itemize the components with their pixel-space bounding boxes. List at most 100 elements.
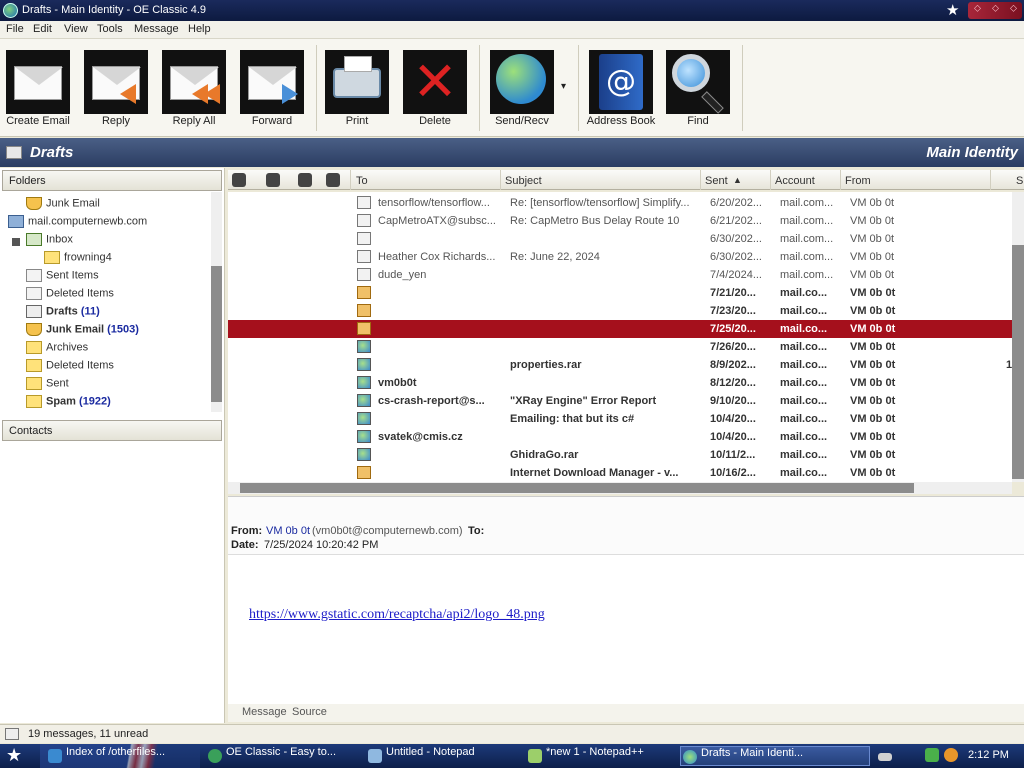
close-button[interactable]: ⬦ — [1010, 3, 1017, 14]
task-notepad[interactable]: Untitled - Notepad — [366, 746, 516, 766]
send-recv-button[interactable]: Send/Recv — [484, 50, 560, 134]
message-row[interactable]: CapMetroATX@subsc... Re: CapMetro Bus Del… — [228, 212, 1012, 230]
start-button-star-icon[interactable]: ★ — [6, 745, 22, 766]
message-row[interactable]: 7/23/20... mail.co... VM 0b 0t — [228, 302, 1012, 320]
send-recv-dropdown-icon[interactable]: ▾ — [561, 81, 566, 92]
folder-archives[interactable]: Archives — [26, 341, 88, 358]
folders-pane-header[interactable]: Folders — [2, 170, 222, 191]
from-name[interactable]: VM 0b 0t — [266, 525, 310, 537]
message-account: mail.co... — [780, 305, 828, 317]
message-account: mail.com... — [780, 233, 834, 245]
message-row[interactable]: 7/25/20... mail.co... VM 0b 0t — [228, 320, 1012, 338]
from-email: (vm0b0t@computernewb.com) — [312, 525, 463, 537]
message-from: VM 0b 0t — [850, 323, 896, 335]
column-to[interactable]: To — [356, 175, 368, 187]
reply-label: Reply — [101, 115, 131, 127]
folder-label: Inbox — [46, 233, 73, 246]
task-index-of-otherfiles[interactable]: Index of /otherfiles... — [46, 746, 196, 766]
folder-icon — [26, 377, 42, 390]
folder-account-server[interactable]: mail.computernewb.com — [8, 215, 147, 232]
watch-column-icon[interactable] — [326, 173, 340, 187]
column-from[interactable]: From — [845, 175, 871, 187]
menu-message[interactable]: Message — [134, 23, 179, 35]
find-button[interactable]: Find — [660, 50, 736, 134]
message-subject: Re: CapMetro Bus Delay Route 10 — [510, 215, 680, 227]
message-account: mail.com... — [780, 215, 834, 227]
star-icon[interactable]: ★ — [946, 1, 959, 19]
print-label: Print — [345, 115, 369, 127]
column-extra[interactable]: S — [1016, 175, 1023, 187]
message-from: VM 0b 0t — [850, 233, 895, 245]
message-to: tensorflow/tensorflow... — [378, 197, 490, 209]
message-row[interactable]: cs-crash-report@s... "XRay Engine" Error … — [228, 392, 1012, 410]
status-bar: 19 messages, 11 unread — [0, 724, 1024, 743]
message-list[interactable]: tensorflow/tensorflow... Re: [tensorflow/… — [228, 192, 1012, 482]
task-notepad-plus-plus[interactable]: *new 1 - Notepad++ — [526, 746, 676, 766]
task-oe-classic-site[interactable]: OE Classic - Easy to... — [206, 746, 356, 766]
folder-junk-email-2[interactable]: Junk Email (1503) — [26, 323, 139, 340]
message-row[interactable]: properties.rar 8/9/202... mail.co... VM 0b … — [228, 356, 1012, 374]
search-tray-icon[interactable] — [944, 748, 958, 762]
message-list-hscrollbar-thumb[interactable] — [240, 483, 914, 493]
message-row[interactable]: dude_yen 7/4/2024... mail.com... VM 0b 0t — [228, 266, 1012, 284]
column-subject[interactable]: Subject — [505, 175, 542, 187]
folder-inbox[interactable]: Inbox — [26, 233, 73, 250]
folder-junk-email[interactable]: Junk Email — [26, 197, 100, 214]
minimize-button[interactable]: ⬦ — [974, 3, 981, 14]
message-row[interactable]: 7/21/20... mail.co... VM 0b 0t — [228, 284, 1012, 302]
folder-deleted-items-2[interactable]: Deleted Items — [26, 359, 114, 376]
tab-message[interactable]: Message — [242, 706, 287, 718]
priority-column-icon[interactable] — [232, 173, 246, 187]
task-drafts-main-identity[interactable]: Drafts - Main Identi... — [680, 746, 870, 766]
message-from: VM 0b 0t — [850, 305, 896, 317]
contacts-pane-header[interactable]: Contacts — [2, 420, 222, 441]
message-row[interactable]: vm0b0t 8/12/20... mail.co... VM 0b 0t — [228, 374, 1012, 392]
forward-button[interactable]: Forward — [234, 50, 310, 134]
tab-source[interactable]: Source — [292, 706, 327, 718]
globe-mail-icon — [357, 430, 371, 443]
keyboard-tray-icon[interactable] — [878, 753, 892, 761]
print-button[interactable]: Print — [319, 50, 395, 134]
message-row[interactable]: svatek@cmis.cz 10/4/20... mail.co... VM 0b … — [228, 428, 1012, 446]
delete-button[interactable]: ✕ Delete — [397, 50, 473, 134]
message-sent: 7/26/20... — [710, 341, 756, 353]
folder-drafts[interactable]: Drafts (11) — [26, 305, 100, 322]
flag-column-icon[interactable] — [298, 173, 312, 187]
message-link[interactable]: https://www.gstatic.com/recaptcha/api2/l… — [249, 607, 545, 623]
folder-frowning4[interactable]: frowning4 — [44, 251, 112, 268]
menu-edit[interactable]: Edit — [33, 23, 52, 35]
folder-sent[interactable]: Sent — [26, 377, 69, 394]
message-row[interactable]: tensorflow/tensorflow... Re: [tensorflow/… — [228, 194, 1012, 212]
maximize-button[interactable]: ⬦ — [992, 3, 999, 14]
folder-sent-items[interactable]: Sent Items — [26, 269, 99, 286]
menu-tools[interactable]: Tools — [97, 23, 123, 35]
message-row[interactable]: Emailing: that but its c# 10/4/20... mail.… — [228, 410, 1012, 428]
message-row[interactable]: GhidraGo.rar 10/11/2... mail.co... VM 0b 0t — [228, 446, 1012, 464]
message-row[interactable]: 7/26/20... mail.co... VM 0b 0t — [228, 338, 1012, 356]
attachment-column-icon[interactable] — [266, 173, 280, 187]
address-book-button[interactable]: @ Address Book — [583, 50, 659, 134]
reply-button[interactable]: Reply — [78, 50, 154, 134]
network-tray-icon[interactable] — [925, 748, 939, 762]
menu-help[interactable]: Help — [188, 23, 211, 35]
column-sent[interactable]: Sent — [705, 175, 728, 187]
column-account[interactable]: Account — [775, 175, 815, 187]
folders-scrollbar-thumb[interactable] — [211, 266, 222, 402]
message-row[interactable]: Internet Download Manager - v... 10/16/2.… — [228, 464, 1012, 482]
message-sent: 10/11/2... — [710, 449, 756, 461]
globe-mail-icon — [357, 358, 371, 371]
message-account: mail.co... — [780, 413, 828, 425]
menu-file[interactable]: File — [6, 23, 24, 35]
folder-deleted-items[interactable]: Deleted Items — [26, 287, 114, 304]
create-email-button[interactable]: Create Email — [0, 50, 76, 134]
reply-all-button[interactable]: Reply All — [156, 50, 232, 134]
menu-view[interactable]: View — [64, 23, 88, 35]
folder-spam[interactable]: Spam (1922) — [26, 395, 111, 412]
globe-icon — [208, 749, 222, 763]
message-list-vscrollbar-thumb[interactable] — [1012, 245, 1024, 479]
message-row[interactable]: Heather Cox Richards... Re: June 22, 2024… — [228, 248, 1012, 266]
message-row[interactable]: 6/30/202... mail.com... VM 0b 0t — [228, 230, 1012, 248]
expand-toggle-icon[interactable] — [12, 238, 20, 246]
preview-body[interactable]: https://www.gstatic.com/recaptcha/api2/l… — [228, 554, 1024, 704]
drafts-icon — [26, 305, 42, 318]
